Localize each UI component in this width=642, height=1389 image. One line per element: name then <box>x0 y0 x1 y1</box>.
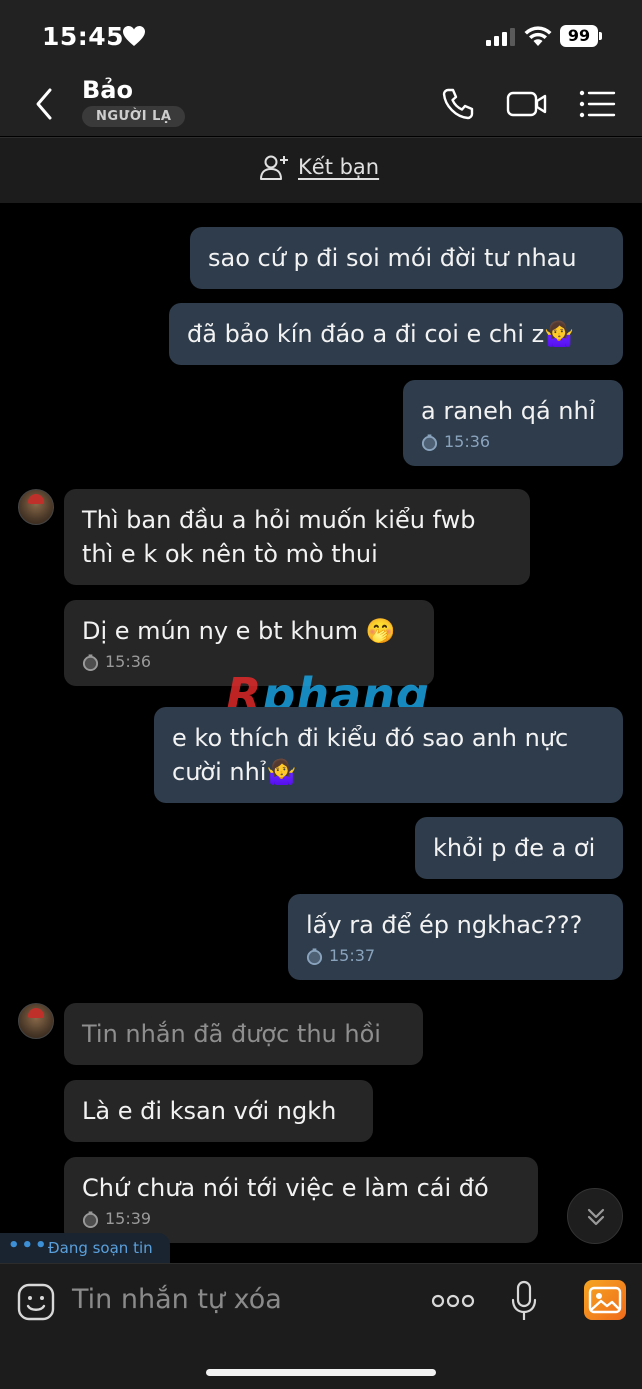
scroll-down-button[interactable] <box>567 1188 623 1244</box>
status-time: 15:45 <box>42 22 125 51</box>
typing-indicator: ••• Đang soạn tin <box>0 1233 170 1263</box>
add-friend-label: Kết bạn <box>298 155 380 179</box>
home-indicator <box>206 1369 436 1376</box>
clock-icon <box>82 1210 99 1228</box>
message-meta: 15:37 <box>306 946 605 966</box>
back-icon[interactable] <box>30 86 58 122</box>
message-meta: 15:36 <box>421 432 605 452</box>
message-text: đã bảo kín đáo a đi coi e chi z🤷‍♀️ <box>187 320 575 348</box>
message-outgoing[interactable]: sao cứ p đi soi mói đời tư nhau <box>190 227 623 289</box>
sticker-icon[interactable] <box>16 1282 56 1322</box>
more-icon[interactable] <box>430 1286 476 1316</box>
message-text: e ko thích đi kiểu đó sao anh nực <box>172 724 569 752</box>
video-icon[interactable] <box>506 86 548 122</box>
message-recalled[interactable]: Tin nhắn đã được thu hồi <box>64 1003 423 1065</box>
message-text: Dị e mún ny e bt khum 🤭 <box>82 617 396 645</box>
phone-icon[interactable] <box>440 86 476 122</box>
message-outgoing[interactable]: e ko thích đi kiểu đó sao anh nực cười n… <box>154 707 623 803</box>
message-time: 15:39 <box>105 1209 152 1228</box>
message-time: 15:36 <box>444 432 491 451</box>
message-text: Chứ chưa nói tới việc e làm cái đó <box>82 1174 489 1202</box>
signal-icon <box>486 28 515 46</box>
message-text: khỏi p đe a ơi <box>433 834 596 862</box>
avatar[interactable] <box>18 489 54 525</box>
wifi-icon <box>524 26 552 46</box>
message-text: Tin nhắn đã được thu hồi <box>82 1020 381 1048</box>
add-friend-bar: Kết bạn <box>0 137 642 203</box>
mic-icon[interactable] <box>510 1280 538 1324</box>
battery-tip <box>599 32 602 40</box>
image-button[interactable] <box>584 1280 626 1320</box>
add-user-icon <box>260 155 288 180</box>
battery-level: 99 <box>560 25 598 47</box>
message-outgoing[interactable]: đã bảo kín đáo a đi coi e chi z🤷‍♀️ <box>169 303 623 365</box>
message-text: thì e k ok nên tò mò thui <box>82 540 378 568</box>
message-text: sao cứ p đi soi mói đời tư nhau <box>208 244 577 272</box>
clock-icon <box>82 653 99 671</box>
status-bar: 15:45 99 <box>0 0 642 72</box>
message-incoming[interactable]: Chứ chưa nói tới việc e làm cái đó 15:39 <box>64 1157 538 1243</box>
avatar[interactable] <box>18 1003 54 1039</box>
message-text: a raneh qá nhỉ <box>421 397 596 425</box>
contact-name[interactable]: Bảo <box>82 76 133 104</box>
image-icon <box>588 1286 622 1314</box>
message-input[interactable]: Tin nhắn tự xóa <box>72 1284 282 1315</box>
typing-text: Đang soạn tin <box>48 1239 153 1257</box>
clock-icon <box>421 433 438 451</box>
message-text: cười nhỉ🤷‍♀️ <box>172 758 297 786</box>
message-outgoing[interactable]: lấy ra để ép ngkhac??? 15:37 <box>288 894 623 980</box>
message-text: Là e đi ksan với ngkh <box>82 1097 337 1125</box>
message-text: Thì ban đầu a hỏi muốn kiểu fwb <box>82 506 476 534</box>
chevron-down-icon <box>587 1208 605 1226</box>
input-bar: Tin nhắn tự xóa <box>0 1263 642 1389</box>
message-text: lấy ra để ép ngkhac??? <box>306 911 583 939</box>
stranger-badge: NGƯỜI LẠ <box>82 106 186 127</box>
message-incoming[interactable]: Là e đi ksan với ngkh <box>64 1080 373 1142</box>
heart-icon <box>123 26 145 46</box>
chat-header: Bảo NGƯỜI LẠ <box>0 72 642 136</box>
message-meta: 15:39 <box>82 1209 520 1229</box>
clock-icon <box>306 947 323 965</box>
message-time: 15:37 <box>329 946 376 965</box>
typing-dots: ••• <box>8 1235 49 1256</box>
message-outgoing[interactable]: khỏi p đe a ơi <box>415 817 623 879</box>
message-incoming[interactable]: Thì ban đầu a hỏi muốn kiểu fwb thì e k … <box>64 489 530 585</box>
add-friend-button[interactable]: Kết bạn <box>260 153 379 181</box>
menu-icon[interactable] <box>578 88 616 120</box>
message-time: 15:36 <box>105 652 152 671</box>
message-outgoing[interactable]: a raneh qá nhỉ 15:36 <box>403 380 623 466</box>
